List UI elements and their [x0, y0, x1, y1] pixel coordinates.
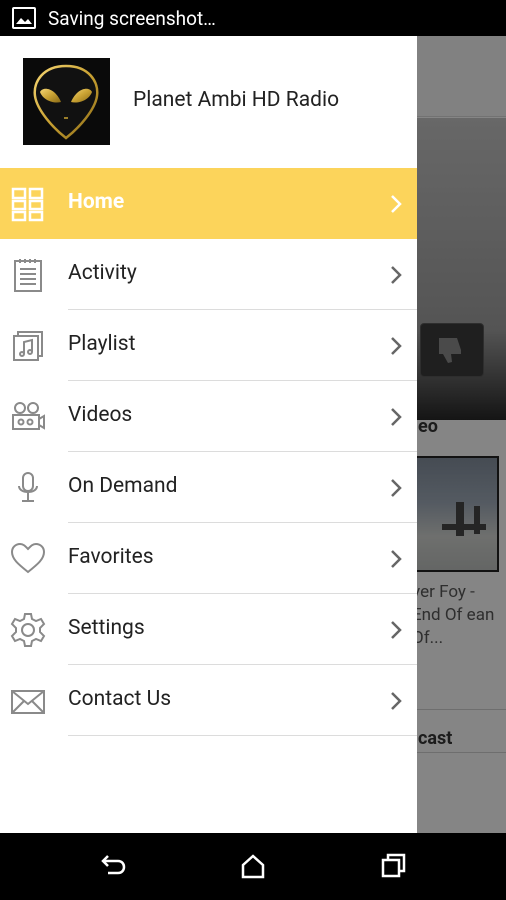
- menu-item-label: Favorites: [68, 545, 154, 569]
- menu-item-on-demand[interactable]: On Demand: [0, 452, 417, 523]
- microphone-icon: [18, 472, 38, 502]
- menu-item-label: Playlist: [68, 332, 136, 356]
- menu-item-contact-us[interactable]: Contact Us: [0, 665, 417, 736]
- heart-icon: [10, 542, 46, 574]
- chevron-right-icon: [391, 621, 402, 639]
- menu-item-playlist[interactable]: Playlist: [0, 310, 417, 381]
- notepad-icon: [14, 259, 42, 292]
- chevron-right-icon: [391, 692, 402, 710]
- app-logo: [23, 58, 110, 145]
- gear-icon: [10, 613, 46, 647]
- menu-item-label: Home: [68, 190, 125, 214]
- divider: [68, 735, 417, 736]
- navigation-drawer: Planet Ambi HD Radio Home Activity Playl…: [0, 36, 417, 833]
- menu-item-settings[interactable]: Settings: [0, 594, 417, 665]
- back-icon[interactable]: [98, 851, 128, 881]
- system-nav-bar: [0, 833, 506, 900]
- home-icon[interactable]: [238, 851, 268, 881]
- menu-item-label: Videos: [68, 403, 133, 427]
- recents-icon[interactable]: [378, 851, 408, 881]
- menu-item-label: Settings: [68, 616, 145, 640]
- video-camera-icon: [12, 402, 45, 430]
- app-title: Planet Ambi HD Radio: [133, 88, 340, 112]
- music-note-icon: [13, 331, 43, 361]
- drawer-header: Planet Ambi HD Radio: [0, 36, 417, 168]
- menu-item-label: On Demand: [68, 474, 178, 498]
- menu-item-label: Activity: [68, 261, 137, 285]
- chevron-right-icon: [391, 408, 402, 426]
- status-text: Saving screenshot…: [48, 6, 216, 30]
- status-bar: Saving screenshot…: [0, 0, 506, 36]
- menu-item-activity[interactable]: Activity: [0, 239, 417, 310]
- chevron-right-icon: [391, 550, 402, 568]
- chevron-right-icon: [391, 266, 402, 284]
- menu-item-home[interactable]: Home: [0, 168, 417, 239]
- menu-item-favorites[interactable]: Favorites: [0, 523, 417, 594]
- alien-logo-icon: [33, 64, 99, 140]
- drawer-menu: Home Activity Playlist Videos On Demand …: [0, 168, 417, 736]
- chevron-right-icon: [391, 337, 402, 355]
- menu-item-videos[interactable]: Videos: [0, 381, 417, 452]
- image-icon: [12, 7, 36, 29]
- grid-icon: [11, 187, 44, 222]
- chevron-right-icon: [391, 479, 402, 497]
- menu-item-label: Contact Us: [68, 687, 172, 711]
- chevron-right-icon: [391, 195, 402, 213]
- envelope-icon: [11, 690, 45, 714]
